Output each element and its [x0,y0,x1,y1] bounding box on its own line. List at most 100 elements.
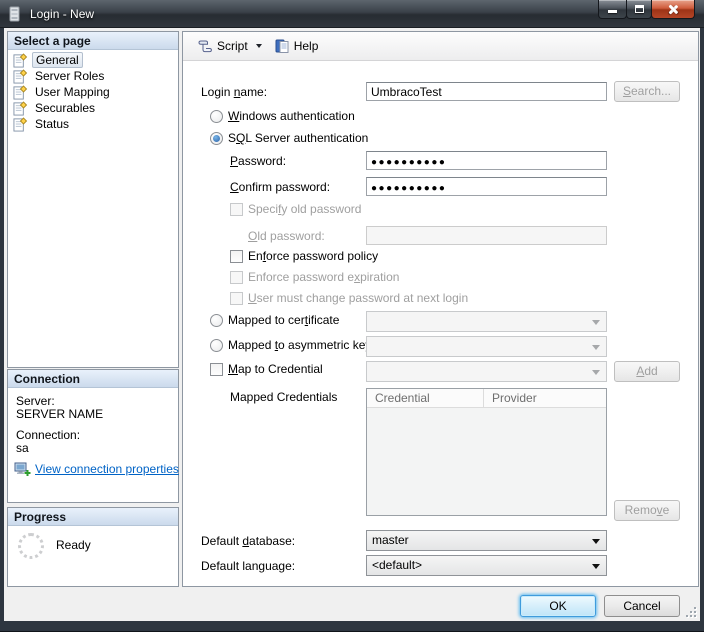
windows-auth-label[interactable]: Windows authentication [228,109,355,123]
specify-old-password-label: Specify old password [248,202,361,216]
mapped-certificate-label[interactable]: Mapped to certificate [228,313,339,327]
toolbar: Script Help [183,32,698,61]
must-change-checkbox [230,292,243,305]
select-a-page-panel: Select a page General Server Roles User … [7,31,179,368]
chevron-down-icon [592,370,600,375]
sidebar-item-label: Server Roles [32,69,107,83]
column-header-provider[interactable]: Provider [484,389,537,407]
sidebar-item-label: Status [32,117,72,131]
connection-panel: Connection Server: SERVER NAME Connectio… [7,369,179,503]
sidebar-item-user-mapping[interactable]: User Mapping [8,84,178,100]
chevron-down-icon [592,539,600,544]
search-button: Search... [614,81,680,102]
mapped-asymmetric-label[interactable]: Mapped to asymmetric key [228,338,371,352]
enforce-policy-label[interactable]: Enforce password policy [248,249,378,263]
titlebar[interactable]: Login - New [0,0,704,28]
specify-old-password-checkbox [230,203,243,216]
view-connection-properties-link[interactable]: View connection properties [35,462,179,476]
chevron-down-icon [592,564,600,569]
maximize-icon [635,5,644,13]
credential-combo [366,361,607,382]
page-icon [13,53,28,68]
window-controls [599,0,695,19]
certificate-combo [366,311,607,332]
window-title: Login - New [30,7,94,21]
sidebar-item-server-roles[interactable]: Server Roles [8,68,178,84]
minimize-button[interactable] [598,0,627,19]
connection-label: Connection: [16,428,80,442]
sidebar-item-securables[interactable]: Securables [8,100,178,116]
resize-grip[interactable] [686,607,698,619]
sql-auth-radio[interactable] [210,132,223,145]
script-label: Script [217,39,248,53]
default-database-label: Default database: [201,534,295,548]
help-icon [274,38,290,54]
ok-button[interactable]: OK [520,595,596,617]
cancel-button[interactable]: Cancel [604,595,680,617]
sidebar-item-status[interactable]: Status [8,116,178,132]
dialog-client-area: Select a page General Server Roles User … [4,28,700,621]
sidebar-item-label: User Mapping [32,85,113,99]
chevron-down-icon [592,345,600,350]
connection-value: sa [16,441,29,455]
default-language-value: <default> [372,558,422,572]
confirm-password-label: Confirm password: [230,180,330,194]
default-database-combo[interactable]: master [366,530,607,551]
enforce-policy-checkbox[interactable] [230,250,243,263]
server-label: Server: [16,394,55,408]
connection-header: Connection [8,370,178,388]
mapped-certificate-radio[interactable] [210,314,223,327]
help-label: Help [294,39,319,53]
remove-button: Remove [614,500,680,521]
old-password-input [366,226,607,245]
mapped-asymmetric-radio[interactable] [210,339,223,352]
close-icon [668,4,679,15]
column-header-credential[interactable]: Credential [367,389,484,407]
progress-status: Ready [56,538,91,552]
page-icon [13,117,28,132]
credentials-table[interactable]: Credential Provider [366,388,607,516]
select-a-page-header: Select a page [8,32,178,50]
sql-auth-label[interactable]: SQL Server authentication [228,131,368,145]
page-icon [13,69,28,84]
help-button[interactable]: Help [270,36,323,56]
progress-panel: Progress Ready [7,507,179,587]
page-icon [13,101,28,116]
server-value: SERVER NAME [16,407,103,421]
close-button[interactable] [651,0,695,19]
map-credential-checkbox[interactable] [210,363,223,376]
script-chevron-down-icon[interactable] [256,44,262,48]
password-label: Password: [230,154,286,168]
enforce-expiration-label: Enforce password expiration [248,270,399,284]
mapped-credentials-label: Mapped Credentials [230,390,337,404]
progress-header: Progress [8,508,178,526]
minimize-icon [608,10,617,13]
script-icon [197,38,213,54]
window-icon [9,6,21,22]
chevron-down-icon [592,320,600,325]
password-input[interactable] [366,151,607,170]
sidebar-item-label: Securables [32,101,98,115]
enforce-expiration-checkbox [230,271,243,284]
windows-auth-radio[interactable] [210,110,223,123]
add-button: Add [614,361,680,382]
must-change-label: User must change password at next login [248,291,468,305]
confirm-password-input[interactable] [366,177,607,196]
main-panel: Script Help Login name: Search... [182,31,699,587]
page-icon [13,85,28,100]
script-button[interactable]: Script [193,36,252,56]
sidebar-item-general[interactable]: General [8,52,178,68]
login-new-window: Login - New Select a page General Server… [0,0,704,632]
connection-properties-icon [14,461,31,477]
sidebar-item-label: General [32,52,83,68]
asymmetric-combo [366,336,607,357]
maximize-button[interactable] [626,0,652,19]
map-credential-label[interactable]: Map to Credential [228,362,323,376]
login-name-input[interactable] [366,82,607,101]
credentials-table-header: Credential Provider [367,389,606,408]
default-language-label: Default language: [201,559,295,573]
default-database-value: master [372,533,409,547]
default-language-combo[interactable]: <default> [366,555,607,576]
progress-spinner-icon [18,533,44,559]
old-password-label: Old password: [248,229,325,243]
